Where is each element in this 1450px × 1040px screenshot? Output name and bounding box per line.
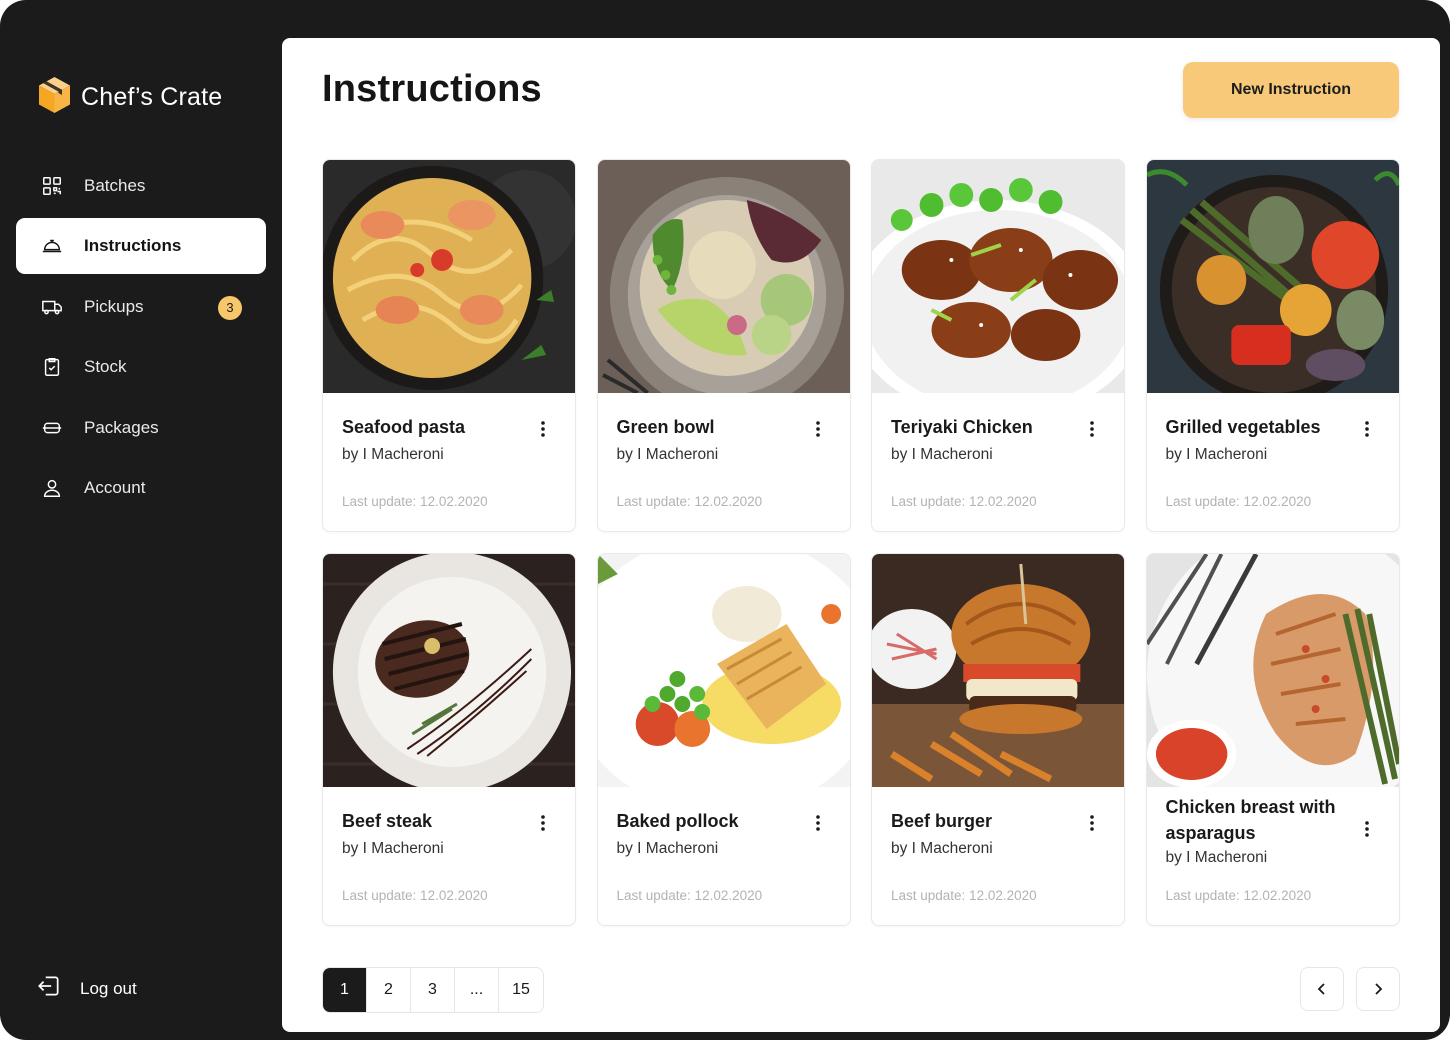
instruction-card[interactable]: Baked pollock by I Macheroni Last update… bbox=[596, 553, 851, 926]
more-options-button[interactable] bbox=[1355, 817, 1379, 841]
logout-button[interactable]: Log out bbox=[36, 973, 137, 1004]
brand-logo[interactable]: Chef’s Crate bbox=[38, 76, 222, 119]
kebab-menu-icon bbox=[1364, 421, 1369, 437]
teriyaki-chicken-photo bbox=[872, 160, 1124, 393]
more-options-button[interactable] bbox=[806, 811, 830, 835]
truck-icon bbox=[40, 295, 64, 319]
chevron-left-icon bbox=[1317, 983, 1325, 995]
instruction-card[interactable]: Beef burger by I Macheroni Last update: … bbox=[871, 553, 1125, 926]
prev-page-button[interactable] bbox=[1300, 967, 1344, 1011]
pagination: 1 2 3 ... 15 bbox=[322, 967, 544, 1013]
more-options-button[interactable] bbox=[1080, 811, 1104, 835]
sidebar-item-instructions[interactable]: Instructions bbox=[16, 218, 266, 275]
card-last-update: Last update: 12.02.2020 bbox=[342, 494, 488, 509]
card-last-update: Last update: 12.02.2020 bbox=[891, 888, 1037, 903]
seafood-pasta-photo bbox=[323, 160, 575, 393]
card-last-update: Last update: 12.02.2020 bbox=[616, 494, 763, 509]
page-button-1[interactable]: 1 bbox=[323, 968, 367, 1012]
card-author: by I Macheroni bbox=[1165, 446, 1268, 463]
clipboard-check-icon bbox=[40, 355, 64, 379]
new-instruction-button[interactable]: New Instruction bbox=[1183, 62, 1399, 118]
page-title: Instructions bbox=[322, 68, 542, 110]
qr-grid-icon bbox=[40, 174, 64, 198]
page-ellipsis[interactable]: ... bbox=[455, 968, 499, 1012]
instruction-card[interactable]: Beef steak by I Macheroni Last update: 1… bbox=[322, 553, 576, 926]
more-options-button[interactable] bbox=[531, 811, 555, 835]
sidebar-nav: Batches Instructions Pickups 3 Stock Pac… bbox=[16, 158, 266, 520]
sidebar-item-stock[interactable]: Stock bbox=[16, 339, 266, 395]
sidebar-item-label: Batches bbox=[84, 176, 146, 195]
card-author: by I Macheroni bbox=[616, 840, 719, 857]
instruction-grid: Seafood pasta by I Macheroni Last update… bbox=[322, 159, 1400, 926]
instruction-card[interactable]: Chicken breast with asparagus by I Mache… bbox=[1145, 553, 1400, 926]
sidebar-item-batches[interactable]: Batches bbox=[16, 158, 266, 214]
card-author: by I Macheroni bbox=[1165, 849, 1268, 866]
card-title: Seafood pasta bbox=[342, 417, 466, 437]
cloche-icon bbox=[40, 234, 64, 258]
user-icon bbox=[40, 476, 64, 500]
chicken-breast-photo bbox=[1146, 554, 1399, 787]
kebab-menu-icon bbox=[1090, 815, 1094, 831]
card-author: by I Macheroni bbox=[891, 446, 993, 463]
grilled-vegetables-photo bbox=[1146, 160, 1399, 393]
main-panel: Instructions New Instruction Seafood pas… bbox=[282, 38, 1440, 1032]
page-button-3[interactable]: 3 bbox=[411, 968, 455, 1012]
sidebar-item-account[interactable]: Account bbox=[16, 460, 266, 516]
app-window: Chef’s Crate Batches Instructions Pickup… bbox=[0, 0, 1450, 1040]
card-title: Grilled vegetables bbox=[1165, 417, 1321, 437]
card-author: by I Macheroni bbox=[342, 840, 444, 857]
beef-burger-photo bbox=[872, 554, 1124, 787]
kebab-menu-icon bbox=[815, 421, 820, 437]
sidebar-item-pickups[interactable]: Pickups 3 bbox=[16, 279, 266, 335]
kebab-menu-icon bbox=[1364, 821, 1369, 837]
sidebar-item-label: Pickups bbox=[84, 296, 144, 316]
kebab-menu-icon bbox=[541, 815, 545, 831]
card-title: Baked pollock bbox=[616, 811, 739, 831]
kebab-menu-icon bbox=[541, 421, 545, 437]
more-options-button[interactable] bbox=[1080, 417, 1104, 441]
crate-logo-icon bbox=[38, 76, 71, 119]
card-author: by I Macheroni bbox=[891, 840, 993, 857]
card-title: Beef steak bbox=[342, 811, 433, 831]
card-last-update: Last update: 12.02.2020 bbox=[1165, 888, 1312, 903]
instruction-card[interactable]: Grilled vegetables by I Macheroni Last u… bbox=[1145, 159, 1400, 532]
beef-steak-photo bbox=[323, 554, 575, 787]
card-title: Chicken breast with asparagus bbox=[1165, 797, 1336, 843]
card-title: Teriyaki Chicken bbox=[891, 417, 1033, 437]
card-title: Green bowl bbox=[616, 417, 715, 437]
pickups-count-badge: 3 bbox=[218, 295, 242, 320]
more-options-button[interactable] bbox=[806, 417, 830, 441]
card-last-update: Last update: 12.02.2020 bbox=[342, 888, 488, 903]
baked-pollock-photo bbox=[597, 554, 850, 787]
sidebar-item-label: Instructions bbox=[84, 236, 182, 256]
sidebar-item-label: Stock bbox=[84, 357, 127, 377]
logout-icon bbox=[36, 973, 62, 1004]
card-last-update: Last update: 12.02.2020 bbox=[891, 494, 1037, 509]
green-bowl-photo bbox=[597, 160, 850, 393]
page-button-2[interactable]: 2 bbox=[367, 968, 411, 1012]
instruction-card[interactable]: Seafood pasta by I Macheroni Last update… bbox=[322, 159, 576, 532]
sidebar: Chef’s Crate Batches Instructions Pickup… bbox=[0, 0, 282, 1040]
kebab-menu-icon bbox=[815, 815, 820, 831]
instruction-card[interactable]: Green bowl by I Macheroni Last update: 1… bbox=[596, 159, 851, 532]
kebab-menu-icon bbox=[1090, 421, 1094, 437]
sidebar-item-packages[interactable]: Packages bbox=[16, 400, 266, 456]
sidebar-item-label: Packages bbox=[84, 417, 159, 437]
logout-label: Log out bbox=[80, 978, 137, 998]
card-author: by I Macheroni bbox=[616, 446, 719, 463]
package-icon bbox=[40, 416, 64, 440]
card-last-update: Last update: 12.02.2020 bbox=[1165, 494, 1312, 509]
more-options-button[interactable] bbox=[1355, 417, 1379, 441]
page-button-15[interactable]: 15 bbox=[499, 968, 543, 1012]
more-options-button[interactable] bbox=[531, 417, 555, 441]
card-author: by I Macheroni bbox=[342, 446, 444, 463]
card-last-update: Last update: 12.02.2020 bbox=[616, 888, 763, 903]
sidebar-item-label: Account bbox=[84, 477, 146, 497]
next-page-button[interactable] bbox=[1356, 967, 1400, 1011]
instruction-card[interactable]: Teriyaki Chicken by I Macheroni Last upd… bbox=[871, 159, 1125, 532]
brand-name: Chef’s Crate bbox=[81, 83, 223, 111]
card-title: Beef burger bbox=[891, 811, 993, 831]
chevron-right-icon bbox=[1375, 983, 1383, 995]
